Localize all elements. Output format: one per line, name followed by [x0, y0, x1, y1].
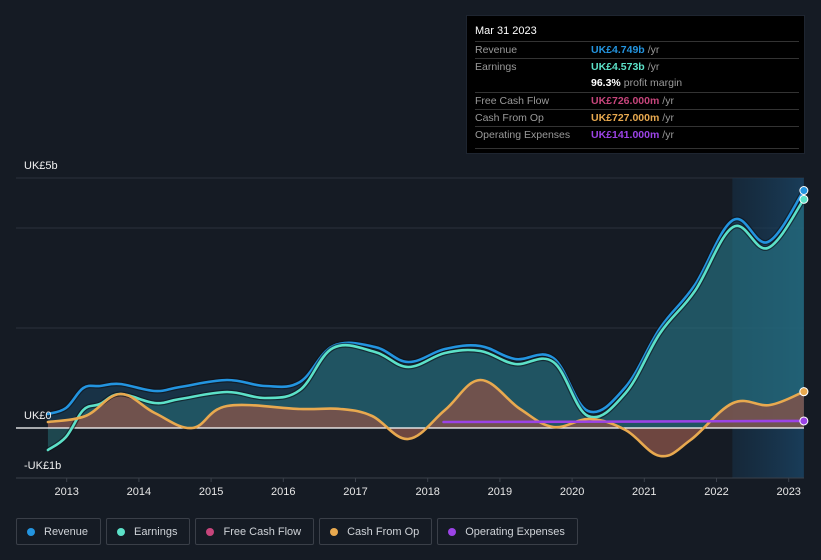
earnings-endpoint — [799, 194, 809, 204]
legend-free-cash-flow[interactable]: Free Cash Flow — [195, 518, 315, 545]
tooltip-date: Mar 31 2023 — [475, 25, 537, 37]
tooltip: Mar 31 2023 Revenue UK£4.749b/yr Earning… — [466, 15, 805, 154]
legend-operating-expenses[interactable]: Operating Expenses — [437, 518, 578, 545]
x-tick-label: 2023 — [776, 486, 800, 498]
tooltip-unit: profit margin — [623, 77, 683, 89]
tooltip-row-opex: Operating Expenses UK£141.000m/yr — [475, 126, 799, 144]
legend: Revenue Earnings Free Cash Flow Cash Fro… — [16, 518, 578, 545]
operating-expenses-endpoint — [799, 416, 809, 426]
legend-dot-icon — [206, 527, 215, 536]
tooltip-label: Operating Expenses — [475, 129, 571, 141]
legend-dot-icon — [27, 527, 35, 536]
legend-label: Operating Expenses — [465, 525, 565, 538]
tooltip-value: UK£727.000m — [591, 112, 660, 124]
cash-from-op-endpoint — [799, 387, 809, 397]
x-tick-label: 2022 — [704, 486, 728, 498]
tooltip-value: UK£4.749b — [591, 44, 645, 56]
legend-earnings[interactable]: Earnings — [106, 518, 191, 545]
revenue-endpoint — [799, 186, 809, 196]
tooltip-unit: /yr — [647, 44, 660, 56]
tooltip-unit: /yr — [662, 112, 674, 124]
x-tick-label: 2020 — [560, 486, 584, 498]
tooltip-row-fcf: Free Cash Flow UK£726.000m/yr — [475, 92, 799, 110]
x-tick-label: 2018 — [415, 486, 439, 498]
tooltip-value: 96.3% — [591, 77, 621, 89]
x-ticks: 2013 2014 2015 2016 2017 2018 2019 2020 2021 2022… — [54, 478, 801, 498]
x-tick-label: 2019 — [488, 486, 512, 498]
legend-label: Revenue — [44, 525, 89, 538]
tooltip-unit: /yr — [647, 61, 660, 73]
tooltip-unit: /yr — [662, 95, 674, 107]
y-tick-label: UK£5b — [24, 160, 58, 172]
x-tick-label: 2016 — [271, 486, 295, 498]
tooltip-label: Revenue — [475, 44, 518, 56]
tooltip-row-cfo: Cash From Op UK£727.000m/yr — [475, 109, 799, 127]
legend-revenue[interactable]: Revenue — [16, 518, 102, 545]
operating-expenses-line — [442, 419, 806, 424]
x-tick-label: 2014 — [127, 486, 151, 498]
tooltip-value: UK£4.573b — [591, 61, 645, 73]
x-tick-label: 2017 — [343, 486, 367, 498]
tooltip-row-profit-margin: 96.3% profit margin — [475, 75, 799, 92]
x-tick-label: 2021 — [632, 486, 656, 498]
tooltip-unit: /yr — [662, 129, 674, 141]
y-tick-label: UK£0 — [24, 410, 52, 422]
tooltip-label: Earnings — [475, 61, 517, 73]
tooltip-label: Cash From Op — [475, 112, 544, 124]
x-tick-label: 2015 — [199, 486, 223, 498]
earnings-area — [47, 199, 804, 450]
tooltip-value: UK£726.000m — [591, 95, 660, 107]
legend-dot-icon — [448, 527, 457, 536]
tooltip-row-earnings: Earnings UK£4.573b/yr — [475, 58, 799, 76]
legend-label: Cash From Op — [347, 525, 420, 538]
legend-dot-icon — [117, 527, 126, 536]
legend-label: Earnings — [134, 525, 178, 538]
tooltip-divider — [475, 148, 799, 149]
legend-label: Free Cash Flow — [223, 525, 302, 538]
legend-dot-icon — [330, 527, 339, 536]
x-tick-label: 2013 — [54, 486, 78, 498]
tooltip-value: UK£141.000m — [591, 129, 660, 141]
y-tick-label: -UK£1b — [24, 460, 62, 472]
tooltip-label: Free Cash Flow — [475, 95, 550, 107]
tooltip-row-revenue: Revenue UK£4.749b/yr — [475, 41, 799, 59]
legend-cash-from-op[interactable]: Cash From Op — [319, 518, 433, 545]
